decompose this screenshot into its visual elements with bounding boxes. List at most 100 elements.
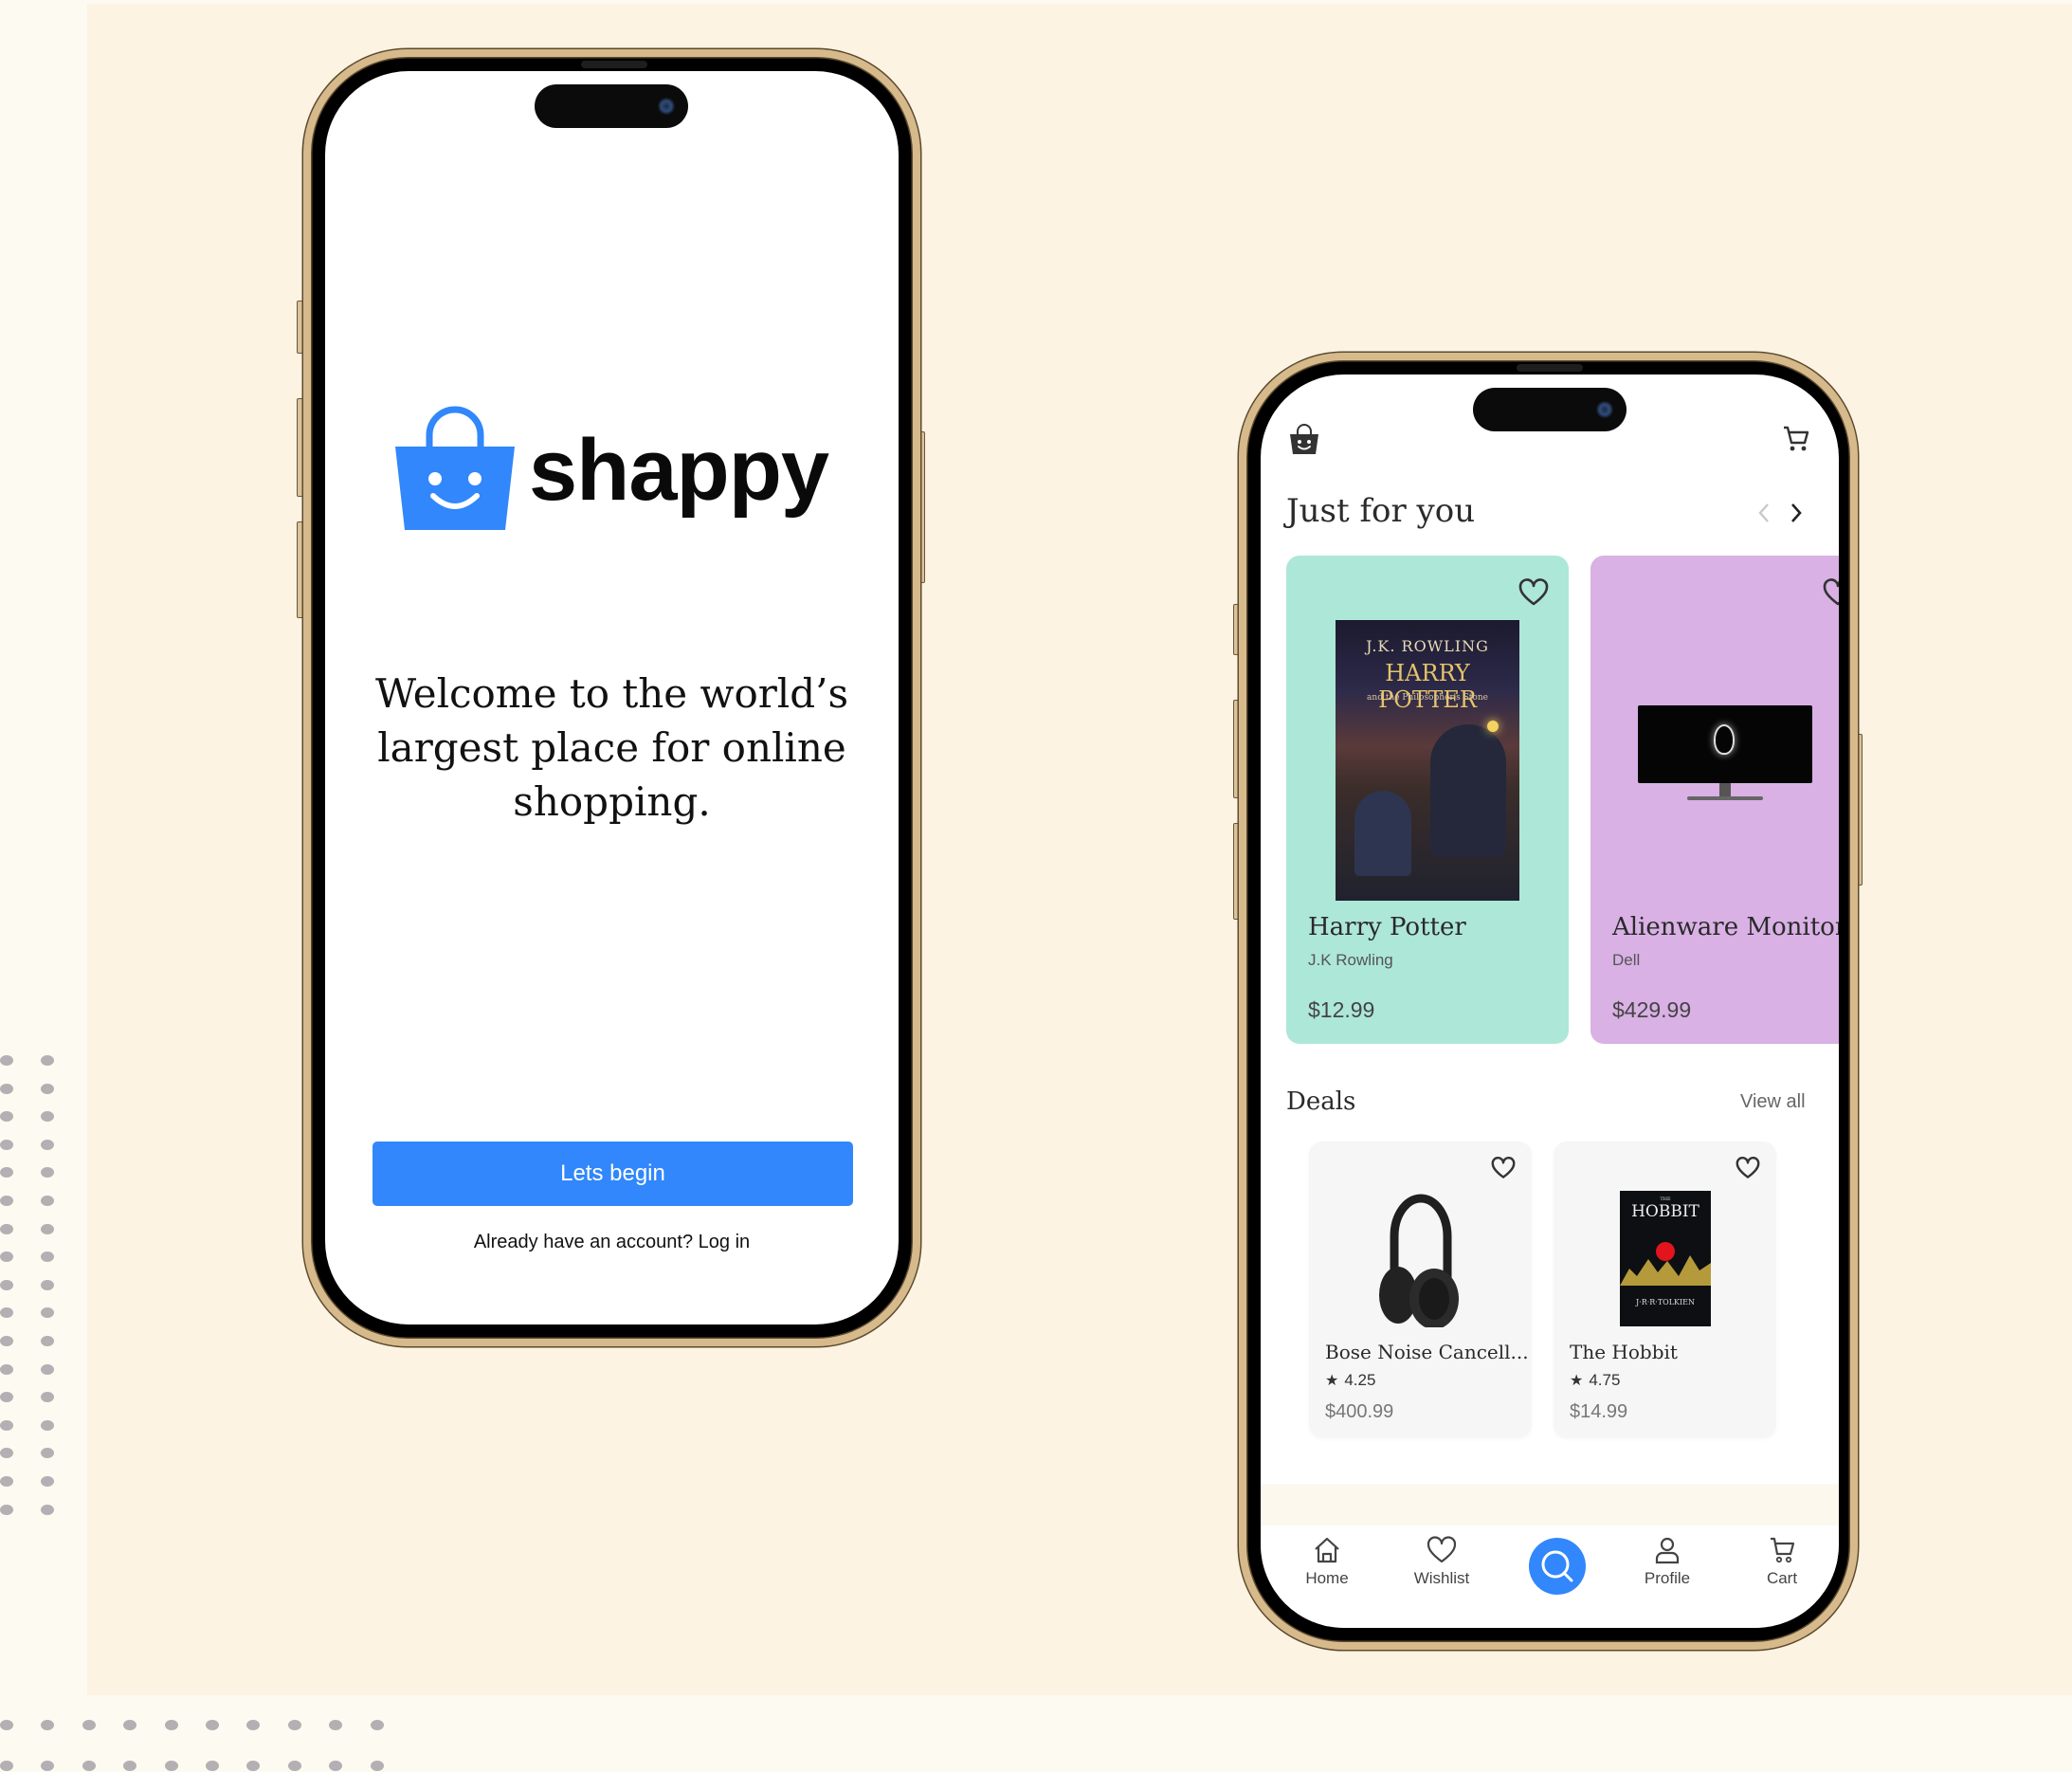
decorative-dot bbox=[41, 1307, 54, 1319]
cart-icon bbox=[1771, 1537, 1795, 1563]
cover-author: J·R·R·TOLKIEN bbox=[1635, 1298, 1696, 1306]
product-name: Harry Potter bbox=[1308, 913, 1466, 941]
dynamic-island bbox=[1473, 388, 1627, 431]
deal-card[interactable]: THE HOBBIT J·R·R·TOLKIEN The Hobbit ★ 4.… bbox=[1554, 1142, 1776, 1437]
dynamic-island bbox=[535, 84, 688, 128]
decorative-dot bbox=[41, 1448, 54, 1459]
decorative-dot bbox=[41, 1720, 55, 1730]
camera-icon bbox=[658, 97, 675, 116]
decorative-dot bbox=[41, 1476, 54, 1487]
decorative-dot bbox=[0, 1448, 13, 1459]
cover-subtitle: and the Philosopher's Stone bbox=[1367, 693, 1488, 703]
nav-label: Cart bbox=[1766, 1569, 1798, 1587]
alien-logo-icon bbox=[1714, 724, 1735, 755]
decorative-dot bbox=[287, 1761, 301, 1771]
product-price: $12.99 bbox=[1308, 997, 1375, 1022]
decorative-dot bbox=[329, 1761, 343, 1771]
cover-author: J.K. ROWLING bbox=[1366, 637, 1489, 655]
product-rating: ★ 4.75 bbox=[1570, 1371, 1620, 1390]
content-fade-strip bbox=[1261, 1484, 1839, 1525]
headline-line: shopping. bbox=[513, 778, 711, 825]
heart-icon[interactable] bbox=[1518, 578, 1549, 607]
product-price: $429.99 bbox=[1612, 997, 1692, 1022]
decorative-dot bbox=[41, 1139, 54, 1150]
headline-line: Welcome to the world’s bbox=[374, 670, 849, 717]
nav-home[interactable]: Home bbox=[1280, 1535, 1374, 1588]
decorative-dot bbox=[41, 1111, 54, 1123]
rating-value: 4.25 bbox=[1344, 1371, 1376, 1389]
nav-label: Home bbox=[1305, 1569, 1349, 1587]
decorative-dot bbox=[41, 1196, 54, 1206]
heart-icon[interactable] bbox=[1491, 1157, 1516, 1179]
decorative-dot bbox=[206, 1761, 219, 1771]
product-name: The Hobbit bbox=[1570, 1341, 1678, 1363]
product-price: $14.99 bbox=[1570, 1401, 1628, 1422]
headline-line: largest place for online bbox=[377, 724, 846, 771]
decorative-dot bbox=[41, 1419, 54, 1431]
cover-title: HARRY POTTER bbox=[1378, 660, 1477, 713]
decorative-dot bbox=[164, 1761, 178, 1771]
decorative-dot bbox=[41, 1083, 54, 1094]
decorative-dot bbox=[123, 1761, 137, 1771]
decorative-dot bbox=[0, 1392, 13, 1403]
product-price: $400.99 bbox=[1325, 1401, 1394, 1422]
home-screen: Just for you J.K. ROWLING HARRY POTTER a… bbox=[1261, 374, 1839, 1628]
decorative-dot bbox=[82, 1761, 96, 1771]
cover-lantern bbox=[1487, 721, 1499, 732]
deal-card[interactable]: Bose Noise Cancell... ★ 4.25 $400.99 bbox=[1309, 1142, 1532, 1437]
product-name: Alienware Monitor bbox=[1612, 913, 1839, 941]
heart-icon[interactable] bbox=[1736, 1157, 1760, 1179]
welcome-headline: Welcome to the world’s largest place for… bbox=[325, 667, 899, 829]
phone-speaker bbox=[581, 61, 647, 68]
search-icon bbox=[1541, 1550, 1573, 1582]
decorative-dot bbox=[0, 1363, 13, 1375]
decorative-dot bbox=[0, 1251, 13, 1263]
cart-icon[interactable] bbox=[1781, 424, 1811, 454]
decorative-dot bbox=[0, 1167, 13, 1178]
decorative-dot bbox=[41, 1336, 54, 1346]
section-title-just-for-you: Just for you bbox=[1286, 492, 1476, 530]
product-subtitle: J.K Rowling bbox=[1308, 951, 1393, 969]
phone-volume-up bbox=[297, 398, 303, 497]
decorative-dot bbox=[370, 1720, 384, 1730]
decorative-dot bbox=[0, 1504, 13, 1515]
phone-welcome: shappy Welcome to the world’s largest pl… bbox=[303, 49, 920, 1346]
heart-icon bbox=[1427, 1536, 1457, 1563]
the-hobbit-book-cover: THE HOBBIT J·R·R·TOLKIEN bbox=[1620, 1191, 1711, 1326]
decorative-dot bbox=[123, 1720, 137, 1730]
phone-mute-switch bbox=[297, 301, 303, 354]
view-all-link[interactable]: View all bbox=[1740, 1091, 1806, 1113]
alienware-monitor bbox=[1638, 705, 1812, 810]
product-subtitle: Dell bbox=[1612, 951, 1641, 969]
decorative-dot bbox=[0, 1476, 13, 1487]
decorative-dot bbox=[0, 1111, 13, 1123]
lets-begin-button[interactable]: Lets begin bbox=[373, 1142, 853, 1206]
cover-title: HOBBIT bbox=[1631, 1202, 1699, 1221]
decorative-dot bbox=[41, 1223, 54, 1234]
shopping-bag-icon[interactable] bbox=[1287, 422, 1321, 456]
decorative-dot bbox=[164, 1720, 178, 1730]
featured-card[interactable]: Alienware Monitor Dell $429.99 bbox=[1590, 556, 1839, 1044]
decorative-dot bbox=[206, 1720, 219, 1730]
decorative-dot bbox=[41, 1504, 54, 1515]
chevron-right-icon[interactable] bbox=[1788, 501, 1805, 525]
search-button[interactable] bbox=[1529, 1538, 1586, 1595]
login-link[interactable]: Already have an account? Log in bbox=[325, 1232, 899, 1253]
nav-cart[interactable]: Cart bbox=[1735, 1535, 1829, 1588]
decorative-dot bbox=[0, 1055, 13, 1066]
star-icon: ★ bbox=[1325, 1373, 1339, 1389]
heart-icon[interactable] bbox=[1823, 578, 1839, 607]
nav-profile[interactable]: Profile bbox=[1620, 1535, 1715, 1588]
bottom-nav: Home Wishlist Profile Cart bbox=[1261, 1525, 1839, 1628]
nav-wishlist[interactable]: Wishlist bbox=[1394, 1535, 1489, 1588]
decorative-dot bbox=[0, 1223, 13, 1234]
phone-volume-down bbox=[297, 521, 303, 618]
home-icon bbox=[1315, 1537, 1339, 1563]
decorative-dot bbox=[41, 1279, 54, 1290]
featured-card[interactable]: J.K. ROWLING HARRY POTTER and the Philos… bbox=[1286, 556, 1569, 1044]
smiling-shopping-bag-icon bbox=[395, 406, 515, 530]
decorative-dot bbox=[41, 1055, 54, 1066]
chevron-left-icon[interactable] bbox=[1755, 501, 1772, 525]
decorative-dot bbox=[41, 1392, 54, 1403]
decorative-dot bbox=[41, 1761, 55, 1771]
